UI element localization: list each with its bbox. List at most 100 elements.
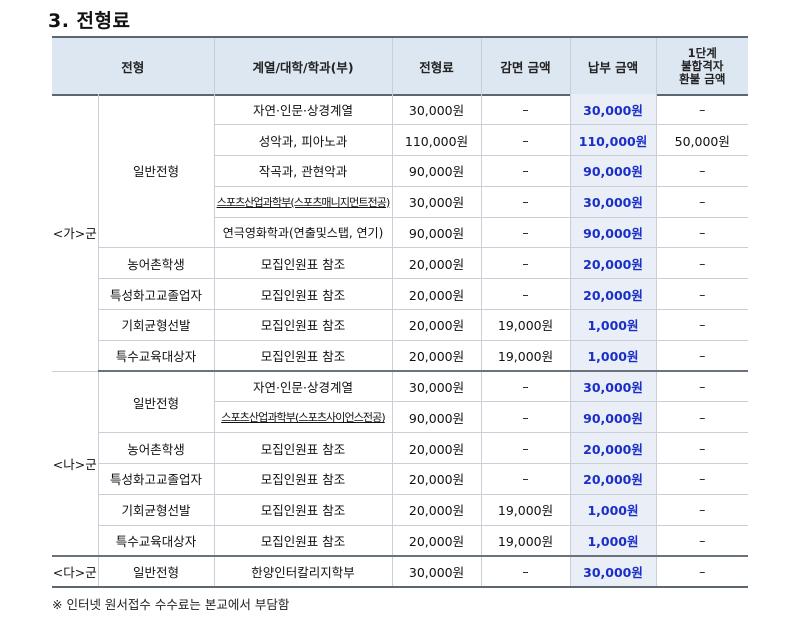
table-row: 농어촌학생 모집인원표 참조 20,000원 – 20,000원 – [52,432,748,465]
type-cell: 농어촌학생 [97,247,214,280]
refund-cell: – [655,94,748,126]
pay-cell: 20,000원 [569,432,656,465]
fee-cell: 20,000원 [391,432,481,465]
pay-cell: 90,000원 [569,155,656,187]
header-refund-line2: 불합격자 [681,58,724,73]
discount-cell: – [480,401,570,434]
refund-cell: – [655,555,748,588]
fee-cell: 90,000원 [391,155,481,187]
pay-cell: 30,000원 [569,94,656,126]
fee-table-body: <가>군 일반전형 자연·인문·상경계열 30,000원 – 30,000원 –… [52,94,748,588]
discount-cell: – [480,94,570,126]
pay-cell: 90,000원 [569,401,656,434]
fee-cell: 30,000원 [391,555,481,588]
table-row: <다>군 일반전형 한양인터칼리지학부 30,000원 – 30,000원 – [52,555,748,588]
refund-cell: – [655,309,748,341]
fee-cell: 20,000원 [391,309,481,341]
dept-cell: 모집인원표 참조 [213,494,392,526]
header-refund-line1: 1단계 [687,45,717,60]
refund-cell: – [655,432,748,465]
dept-cell: 모집인원표 참조 [213,278,392,311]
dept-cell: 모집인원표 참조 [213,340,392,373]
fee-cell: 30,000원 [391,186,481,218]
pay-cell: 1,000원 [569,309,656,341]
pay-cell: 30,000원 [569,555,656,588]
pay-cell: 20,000원 [569,247,656,280]
refund-cell: – [655,217,748,249]
pay-cell: 90,000원 [569,217,656,249]
discount-cell: 19,000원 [480,525,570,557]
table-row: <가>군 일반전형 자연·인문·상경계열 30,000원 – 30,000원 – [52,94,748,372]
refund-cell: – [655,463,748,495]
pay-cell: 30,000원 [569,186,656,218]
type-cell: 기회균형선발 [97,494,214,526]
discount-cell: 19,000원 [480,340,570,373]
discount-cell: – [480,278,570,311]
refund-cell: 50,000원 [655,124,748,157]
dept-cell: 모집인원표 참조 [213,525,392,557]
refund-cell: – [655,155,748,187]
pay-cell: 30,000원 [569,371,656,403]
pay-cell: 1,000원 [569,494,656,526]
refund-cell: – [655,371,748,403]
header-pay: 납부 금액 [569,36,656,96]
fee-cell: 20,000원 [391,494,481,526]
discount-cell: – [480,463,570,495]
type-cell: 일반전형 [97,555,214,588]
fee-table: 전형 계열/대학/학과(부) 전형료 감면 금액 납부 금액 1단계 불합격자 … [52,36,748,96]
pay-cell: 110,000원 [569,124,656,157]
dept-cell: 모집인원표 참조 [213,432,392,465]
type-cell: 일반전형 [97,94,214,249]
dept-cell: 자연·인문·상경계열 [213,371,392,403]
table-row: 특성화고교졸업자 모집인원표 참조 20,000원 – 20,000원 – [52,463,748,495]
pay-cell: 1,000원 [569,525,656,557]
pay-cell: 20,000원 [569,463,656,495]
type-cell: 특수교육대상자 [97,340,214,373]
table-row: 기회균형선발 모집인원표 참조 20,000원 19,000원 1,000원 – [52,309,748,341]
dept-cell: 한양인터칼리지학부 [213,555,392,588]
discount-cell: – [480,555,570,588]
section-title: 3. 전형료 [48,10,131,32]
pay-cell: 1,000원 [569,340,656,373]
dept-cell: 자연·인문·상경계열 [213,94,392,126]
fee-cell: 20,000원 [391,247,481,280]
header-refund-line3: 환불 금액 [679,71,726,86]
discount-cell: 19,000원 [480,494,570,526]
dept-cell: 작곡과, 관현악과 [213,155,392,187]
type-cell: 기회균형선발 [97,309,214,341]
table-row: <나>군 일반전형 자연·인문·상경계열 30,000원 – 30,000원 – [52,371,748,557]
discount-cell: – [480,217,570,249]
type-cell: 농어촌학생 [97,432,214,465]
fee-cell: 20,000원 [391,463,481,495]
discount-cell: 19,000원 [480,309,570,341]
discount-cell: – [480,186,570,218]
type-cell: 일반전형 [97,371,214,434]
discount-cell: – [480,124,570,157]
fee-cell: 20,000원 [391,278,481,311]
discount-cell: – [480,155,570,187]
footnote: ※ 인터넷 원서접수 수수료는 본교에서 부담함 [52,597,290,612]
discount-cell: – [480,371,570,403]
refund-cell: – [655,401,748,434]
refund-cell: – [655,525,748,557]
type-cell: 특성화고교졸업자 [97,463,214,495]
header-type: 전형 [52,36,214,96]
discount-cell: – [480,247,570,280]
table-row: 농어촌학생 모집인원표 참조 20,000원 – 20,000원 – [52,247,748,280]
header-dept: 계열/대학/학과(부) [213,36,392,96]
table-row: 특성화고교졸업자 모집인원표 참조 20,000원 – 20,000원 – [52,278,748,311]
table-row: 특수교육대상자 모집인원표 참조 20,000원 19,000원 1,000원 … [52,525,748,557]
group-ga-cell: <가>군 [52,94,98,372]
dept-cell: 성악과, 피아노과 [213,124,392,157]
header-discount: 감면 금액 [480,36,570,96]
pay-cell: 20,000원 [569,278,656,311]
fee-cell: 110,000원 [391,124,481,157]
refund-cell: – [655,340,748,373]
fee-cell: 30,000원 [391,371,481,403]
fee-cell: 20,000원 [391,525,481,557]
table-row: 특수교육대상자 모집인원표 참조 20,000원 19,000원 1,000원 … [52,340,748,373]
type-cell: 특수교육대상자 [97,525,214,557]
group-da-cell: <다>군 [52,555,98,588]
dept-cell: 모집인원표 참조 [213,463,392,495]
fee-cell: 90,000원 [391,217,481,249]
